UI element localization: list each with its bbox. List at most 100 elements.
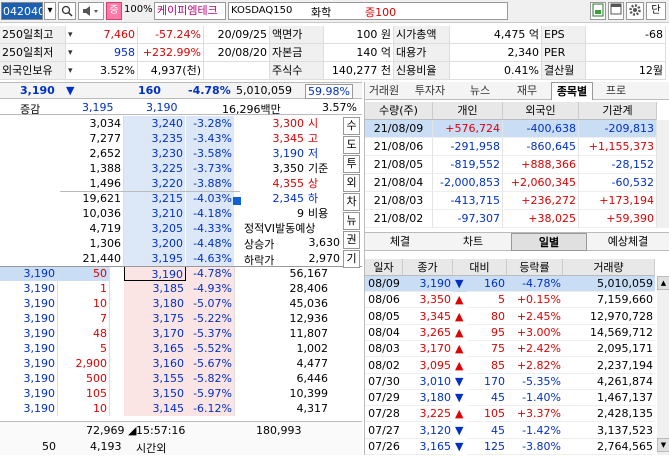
ask-price[interactable]: 3,210: [124, 206, 186, 221]
stock-code-input[interactable]: 042040: [1, 2, 43, 20]
tab-0[interactable]: 거래원: [365, 82, 403, 100]
ask-divider: [60, 191, 240, 192]
daily-change: 5: [467, 292, 507, 309]
daily-change: 160: [467, 276, 507, 292]
lower-tab-3[interactable]: 예상체결: [587, 233, 669, 251]
ask-price[interactable]: 3,225: [124, 161, 186, 176]
ask-qty: 21,440: [60, 251, 124, 266]
bid-price[interactable]: 3,185: [124, 281, 186, 296]
bid-price[interactable]: 3,180: [124, 296, 186, 311]
price-bar: 3,190 ▼ 160 -4.78% 5,010,059 59.98%: [0, 82, 362, 99]
lower-tab-0[interactable]: 체결: [365, 233, 435, 251]
side-button-1[interactable]: 도: [343, 136, 360, 154]
daily-volume: 14,569,712: [563, 325, 655, 341]
scroll-up-icon[interactable]: ▲: [657, 276, 669, 290]
side-button-2[interactable]: 투: [343, 155, 360, 173]
investor-cell: -60,532: [579, 174, 657, 192]
ohlc-value: 3,350: [272, 162, 305, 175]
quote-time: 15:57:16: [136, 424, 186, 437]
ask-price[interactable]: 3,220: [124, 176, 186, 191]
bid-price[interactable]: 3,155: [124, 371, 186, 386]
info-h-0: 4,475 억: [450, 26, 542, 44]
bid-price[interactable]: 3,190: [124, 266, 186, 281]
tab-2[interactable]: 뉴스: [457, 82, 503, 100]
side-button-4[interactable]: 차: [343, 193, 360, 211]
daily-close: 3,350: [403, 292, 453, 309]
daily-date: 08/06: [365, 292, 403, 309]
scroll-down-icon[interactable]: ▼: [657, 438, 669, 452]
bid-price[interactable]: 3,170: [124, 326, 186, 341]
tab-5[interactable]: 프로: [595, 82, 637, 100]
ask-price[interactable]: 3,215: [124, 191, 186, 206]
daily-close: 3,225: [403, 406, 453, 423]
daily-scrollbar[interactable]: [657, 276, 669, 455]
daily-volume: 5,010,059: [563, 276, 655, 292]
search-icon[interactable]: [58, 2, 76, 20]
ask-price[interactable]: 3,235: [124, 131, 186, 146]
window-icon[interactable]: [608, 2, 624, 20]
side-button-7[interactable]: 기: [343, 250, 360, 268]
lower-tab-1[interactable]: 차트: [435, 233, 511, 251]
daily-close: 3,010: [403, 374, 453, 390]
ask-price[interactable]: 3,205: [124, 221, 186, 236]
bid-volume: 1,002: [234, 341, 330, 356]
bid-volume: 6,446: [234, 371, 330, 386]
info-d-0: 20/09/25: [204, 26, 270, 44]
daily-close: 3,190: [403, 276, 453, 292]
vi-up-label: 상승가: [244, 238, 275, 251]
bid-price[interactable]: 3,150: [124, 386, 186, 401]
bid-qty: 10: [58, 296, 110, 311]
bid-qty: 500: [58, 371, 110, 386]
side-button-6[interactable]: 권: [343, 231, 360, 249]
margin-badge: 증: [106, 2, 122, 20]
ask-price[interactable]: 3,240: [124, 116, 186, 131]
bid-volume: 11,807: [234, 326, 330, 341]
info-table: 250일최고 7,460 -57.24% 20/09/25 액면가 100 원 시가총액 4,…: [0, 26, 669, 80]
bid-price[interactable]: 3,145: [124, 401, 186, 416]
info-dropdown-icon: ▾: [68, 30, 73, 40]
daily-close: 3,095: [403, 358, 453, 374]
daily-rate: +3.00%: [507, 325, 563, 341]
side-button-5[interactable]: 뉴: [343, 212, 360, 230]
investor-cell: +576,724: [433, 120, 503, 138]
vi-down-label: 하락가: [244, 254, 275, 267]
bid-price[interactable]: 3,165: [124, 341, 186, 356]
ohlc-label: 비용: [308, 207, 329, 220]
order-book-footer: 72,969 ◢ 15:57:16 180,993 50 4,193 시간외: [0, 421, 362, 455]
info-e-2: 주식수: [270, 62, 324, 80]
lower-tab-2[interactable]: 일별: [511, 233, 587, 251]
bid-volume: 10,399: [234, 386, 330, 401]
side-button-0[interactable]: 수: [343, 117, 360, 135]
side-button-3[interactable]: 외: [343, 174, 360, 192]
ask-price[interactable]: 3,200: [124, 236, 186, 251]
daily-rate: +0.15%: [507, 292, 563, 309]
tab-4[interactable]: 종목별: [551, 82, 593, 100]
bid-volume: 45,036: [234, 296, 330, 311]
info-a-0: 250일최고: [0, 26, 66, 44]
investor-cell: 21/08/06: [365, 138, 433, 156]
tab-1[interactable]: 투자자: [405, 82, 455, 100]
gear-icon[interactable]: [626, 2, 644, 20]
investor-scrollbar[interactable]: [657, 120, 669, 228]
daily-rate: +3.37%: [507, 406, 563, 423]
ohlc-value: 9: [297, 207, 304, 220]
dan-button[interactable]: 단: [646, 2, 666, 20]
doc-icon[interactable]: [590, 2, 606, 20]
info-c-0: -57.24%: [138, 26, 204, 44]
daily-rate: -5.35%: [507, 374, 563, 390]
daily-date: 08/05: [365, 309, 403, 325]
down-arrow-icon: ▼: [455, 423, 464, 437]
sound-icon[interactable]: [78, 2, 104, 20]
ask-price[interactable]: 3,195: [124, 251, 186, 266]
ask-rate: -4.48%: [186, 236, 234, 251]
bid-price[interactable]: 3,160: [124, 356, 186, 371]
bid-price[interactable]: 3,175: [124, 311, 186, 326]
info-dropdown-icon: ▾: [68, 48, 73, 58]
bid-rate: -5.22%: [186, 311, 234, 326]
daily-header-3: 등락률: [507, 259, 563, 276]
tab-3[interactable]: 재무: [505, 82, 549, 100]
ask-price[interactable]: 3,230: [124, 146, 186, 161]
code-dropdown-icon[interactable]: ▾: [44, 2, 56, 20]
ask-qty: 3,034: [60, 116, 124, 131]
bid-rate: -4.93%: [186, 281, 234, 296]
